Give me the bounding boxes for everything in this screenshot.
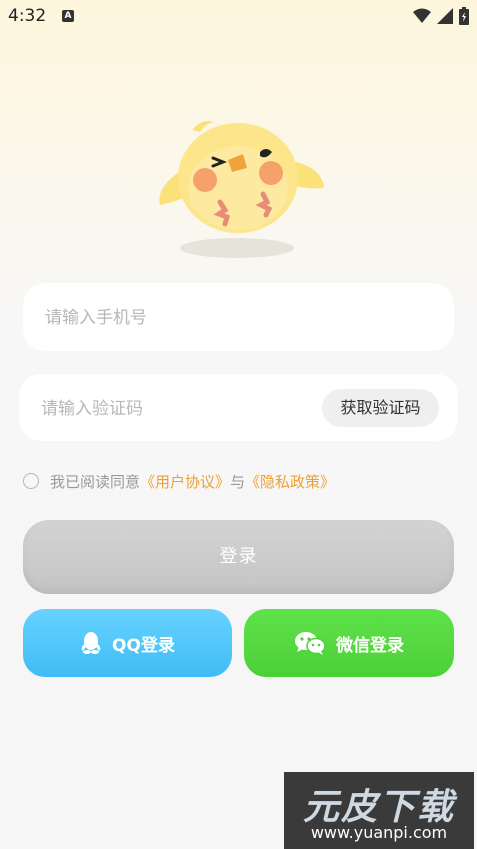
- wechat-icon: [294, 631, 326, 655]
- qq-login-label: QQ登录: [112, 635, 175, 656]
- status-time: 4:32: [8, 6, 47, 26]
- wechat-login-label: 微信登录: [336, 635, 404, 656]
- wechat-login-button[interactable]: 微信登录: [244, 609, 454, 677]
- chick-mascot-icon: [159, 121, 324, 258]
- watermark: 元皮下载 www.yuanpi.com: [284, 772, 474, 849]
- wifi-icon: [413, 8, 431, 23]
- verification-code-field[interactable]: 获取验证码: [19, 374, 458, 443]
- signal-icon: [437, 8, 453, 24]
- qq-login-button[interactable]: QQ登录: [23, 609, 232, 677]
- phone-field[interactable]: [23, 283, 454, 353]
- agreement-row: 我已阅读同意 《用户协议》 与 《隐私政策》: [23, 470, 335, 492]
- status-bar: 4:32 A: [0, 0, 477, 32]
- agreement-connector: 与: [230, 472, 246, 491]
- battery-icon: [459, 7, 469, 25]
- status-icons: [413, 7, 469, 25]
- qq-penguin-icon: [80, 631, 102, 655]
- watermark-url: www.yuanpi.com: [310, 823, 448, 842]
- agreement-prefix: 我已阅读同意: [50, 472, 141, 491]
- phone-input[interactable]: [43, 283, 427, 353]
- notification-icon: A: [62, 10, 74, 22]
- agreement-checkbox[interactable]: [23, 473, 39, 489]
- verification-code-input[interactable]: [39, 374, 323, 443]
- login-button[interactable]: 登录: [23, 520, 454, 594]
- user-agreement-link[interactable]: 《用户协议》: [140, 471, 230, 492]
- get-code-button[interactable]: 获取验证码: [322, 389, 439, 427]
- privacy-policy-link[interactable]: 《隐私政策》: [245, 471, 335, 492]
